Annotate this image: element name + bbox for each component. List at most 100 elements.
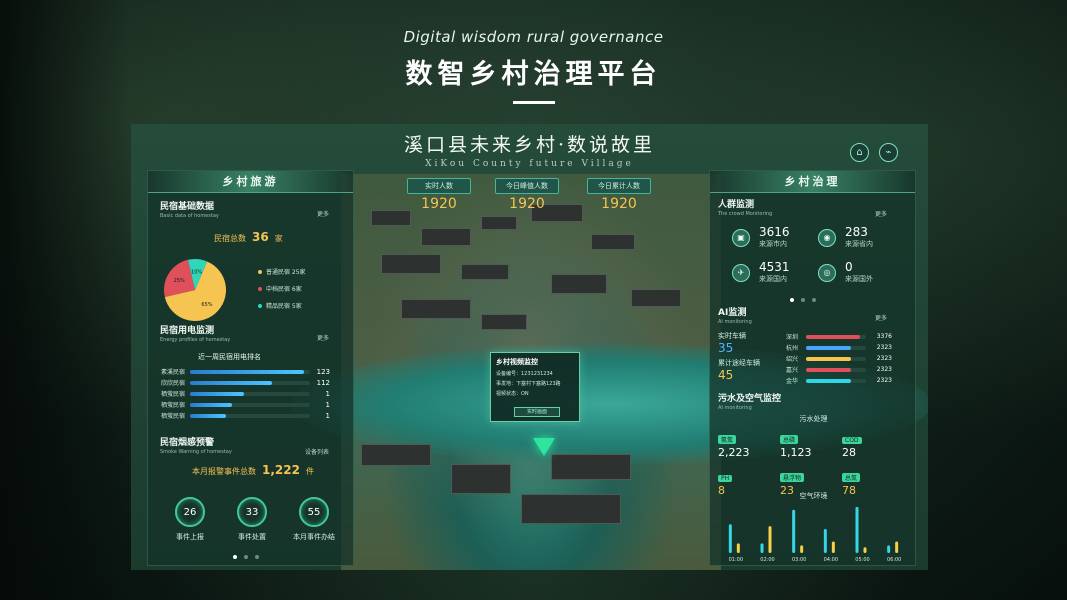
car-icon: ◉ — [818, 228, 836, 247]
bar-fill — [190, 402, 232, 407]
homestay-name: 栖萤民宿 — [161, 413, 186, 420]
more-link[interactable]: 更多 — [875, 313, 887, 322]
home-icon[interactable]: ⌂ — [850, 143, 869, 162]
list-item: 杭州 2323 — [786, 342, 892, 353]
page-dot[interactable] — [790, 298, 794, 302]
bar-fill — [190, 369, 304, 374]
alarm-value: 1,222 — [262, 463, 300, 477]
legend-dot — [258, 286, 262, 291]
air-bar — [736, 543, 740, 553]
crowd-item: ▣ 3616 来源市内 — [732, 226, 818, 249]
building — [481, 314, 527, 330]
top-icons: ⌂ ⌁ — [850, 143, 898, 162]
crowd-grid: ▣ 3616 来源市内 ◉ 283 来源省内 ✈ 4531 来源国内 ◎ 0 来… — [732, 226, 904, 284]
sewage-value: 1,123 — [780, 446, 812, 459]
bar-fill — [806, 345, 851, 350]
crowd-value: 4531 — [759, 260, 790, 274]
crowd-label: 来源市内 — [759, 240, 787, 248]
list-item: 栖萤民宿 1 — [161, 388, 330, 399]
section-title: 污水及空气监控 — [718, 394, 782, 404]
section-subtitle: AI monitoring — [718, 319, 752, 325]
list-item: 嘉兴 2323 — [786, 364, 892, 375]
homestay-basic-section: 民宿基础数据 Basic data of homestay — [160, 199, 219, 219]
sewage-value: 2,223 — [718, 446, 750, 459]
homestay-name: 栖萤民宿 — [161, 391, 186, 398]
list-item: 素溪民宿 123 — [161, 366, 330, 377]
section-subtitle: Smoke Warning of homestay — [160, 449, 232, 455]
page-dot[interactable] — [244, 555, 248, 559]
bar-fill — [806, 378, 851, 383]
bar-track — [806, 356, 866, 361]
air-tick-label: 04:00 — [824, 557, 838, 563]
page-dot[interactable] — [801, 298, 805, 302]
building — [631, 289, 681, 307]
more-link[interactable]: 更多 — [875, 209, 887, 218]
crowd-value: 283 — [845, 225, 868, 239]
more-link[interactable]: 更多 — [317, 333, 329, 342]
satellite-icon[interactable]: ⌁ — [879, 143, 898, 162]
more-link[interactable]: 更多 — [317, 209, 329, 218]
air-bar — [768, 526, 772, 553]
bar-track — [806, 367, 866, 372]
air-title: 空气环境 — [799, 492, 828, 500]
title-underline — [512, 101, 555, 104]
device-list-link[interactable]: 设备列表 — [305, 447, 329, 456]
stat-label: 今日峰值人数 — [495, 178, 559, 194]
ring-value: 55 — [299, 497, 329, 527]
globe-icon: ◎ — [818, 263, 836, 282]
popup-status: 视频状态：ON — [496, 391, 529, 397]
pie-slice-label: 25% — [174, 278, 185, 284]
air-tick-label: 01:00 — [729, 557, 743, 563]
location-marker-icon[interactable] — [533, 438, 555, 456]
vehicle-stats: 实时车辆 35 累计途经车辆 45 — [718, 331, 760, 382]
building — [361, 444, 431, 466]
air-tick-label: 06:00 — [887, 557, 901, 563]
homestay-name: 素溪民宿 — [161, 369, 186, 376]
city-name: 金华 — [786, 378, 799, 385]
bar-value: 112 — [316, 378, 330, 387]
crowd-value: 3616 — [759, 225, 790, 239]
section-subtitle: Energy profiles of homestay — [160, 337, 231, 343]
page-dot[interactable] — [255, 555, 259, 559]
section-title: AI监测 — [718, 308, 747, 318]
live-view-button[interactable]: 实时画面 — [514, 407, 560, 417]
bar-fill — [806, 356, 851, 361]
list-item: 深圳 3376 — [786, 331, 892, 342]
homestay-name: 栖萤民宿 — [161, 402, 186, 409]
sewage-label: COD — [842, 437, 862, 444]
bar-value: 1 — [325, 411, 330, 420]
bar-fill — [806, 367, 851, 372]
air-bar — [855, 506, 859, 553]
ai-section: AI监测 AI monitoring — [718, 305, 752, 325]
legend-label: 普通民宿 25家 — [266, 269, 306, 276]
bar-fill — [190, 413, 226, 418]
section-title: 民宿用电监测 — [160, 326, 215, 336]
stat-card-realtime: 实时人数 1920 — [407, 178, 471, 212]
building — [371, 210, 411, 226]
crowd-label: 来源省内 — [845, 240, 873, 248]
bar-track — [190, 369, 310, 374]
ring-label: 事件处置 — [238, 533, 266, 541]
air-bar — [831, 541, 835, 553]
air-bar — [863, 547, 867, 553]
ring-item: 26 事件上报 — [162, 497, 218, 542]
air-bar — [760, 543, 764, 553]
plane-icon: ✈ — [732, 263, 750, 282]
city-name: 绍兴 — [786, 356, 799, 363]
popup-title: 乡村视频监控 — [496, 358, 538, 366]
building — [421, 228, 471, 246]
english-title: Digital wisdom rural governance — [403, 28, 664, 46]
list-item: 绍兴 2323 — [786, 353, 892, 364]
page-dot[interactable] — [812, 298, 816, 302]
crowd-text: 3616 来源市内 — [759, 226, 790, 249]
sewage-label: 总氮 — [842, 473, 861, 482]
env-section: 污水及空气监控 AI monitoring — [718, 391, 781, 411]
page-dot[interactable] — [233, 555, 237, 559]
city-name: 深圳 — [786, 334, 799, 341]
sewage-grid: 氨氮 2,223 总磷 1,123 COD 28 PH 8 悬浮物 23 总氮 78 — [718, 427, 904, 497]
power-ranking-list: 素溪民宿 123 欣欣民宿 112 栖萤民宿 1 栖萤民宿 1 栖萤民宿 1 — [161, 366, 330, 421]
dashboard-screen: 溪口县未来乡村·数说故里 XiKou County future Village… — [131, 124, 928, 570]
page-heading: Digital wisdom rural governance 数智乡村治理平台 — [0, 28, 1067, 104]
legend-item: 中档民宿 6家 — [258, 284, 306, 293]
power-section: 民宿用电监测 Energy profiles of homestay — [160, 323, 230, 343]
